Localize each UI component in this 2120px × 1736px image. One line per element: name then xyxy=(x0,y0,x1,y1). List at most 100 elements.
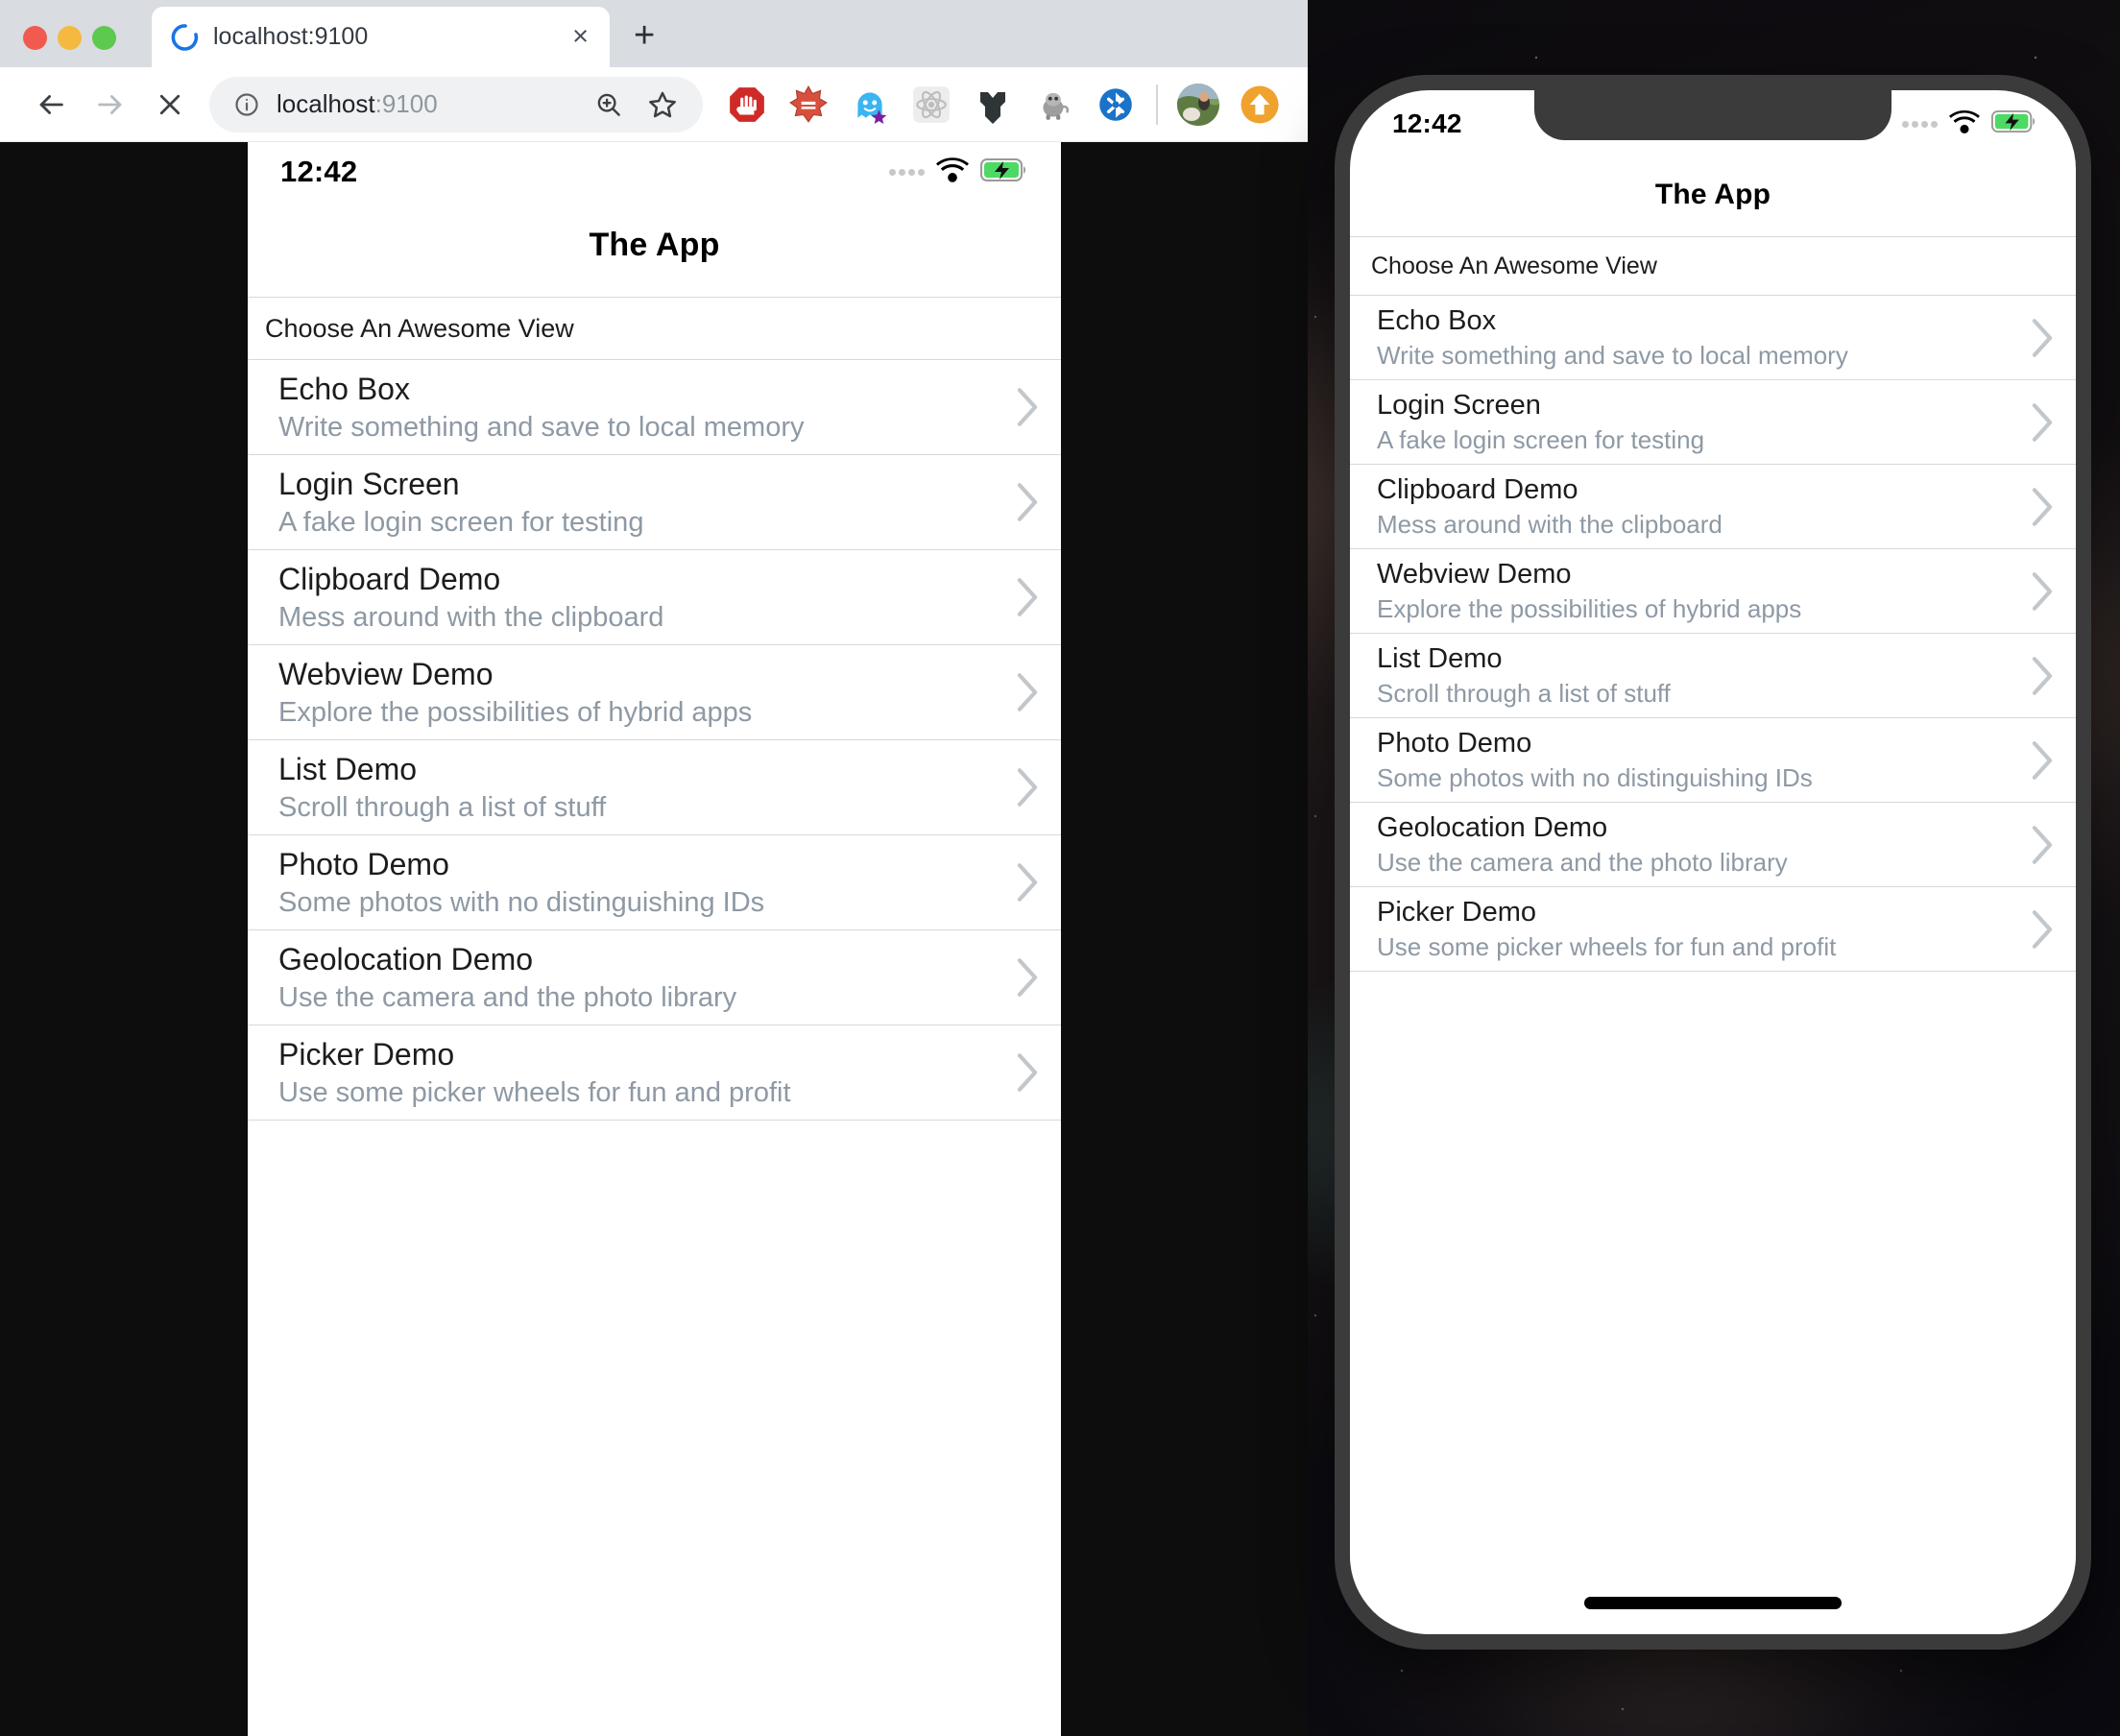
list-item[interactable]: Echo Box Write something and save to loca… xyxy=(248,360,1061,455)
status-indicators xyxy=(889,157,1028,187)
url-text: localhost:9100 xyxy=(277,89,438,118)
stop-loading-button[interactable] xyxy=(140,75,200,134)
list-item-texts: Webview Demo Explore the possibilities of… xyxy=(278,657,1015,729)
back-button[interactable] xyxy=(21,75,81,134)
list-item[interactable]: List Demo Scroll through a list of stuff xyxy=(248,740,1061,835)
chevron-right-icon xyxy=(1015,482,1040,522)
list-item-title: Echo Box xyxy=(278,371,410,406)
list-item-title: Webview Demo xyxy=(278,656,494,691)
chevron-right-icon xyxy=(2030,656,2055,696)
window-traffic-lights xyxy=(23,26,116,50)
clippy-extension-icon[interactable] xyxy=(778,74,839,135)
list-item-title: Photo Demo xyxy=(1377,727,1532,759)
app-container-ios: 12:42 The App Choose An Awesome View Ech… xyxy=(1350,90,2076,1634)
demo-list-web: Echo Box Write something and save to loca… xyxy=(248,360,1061,1121)
zoom-in-icon[interactable] xyxy=(582,90,636,119)
chevron-right-icon xyxy=(2030,487,2055,527)
list-item-subtitle: A fake login screen for testing xyxy=(278,506,644,538)
update-available-button[interactable] xyxy=(1229,74,1290,135)
list-item-texts: Picker Demo Use some picker wheels for fu… xyxy=(1377,897,2030,962)
list-item-title: Picker Demo xyxy=(278,1036,455,1072)
list-item-subtitle: Use the camera and the photo library xyxy=(278,981,737,1013)
list-item-title: List Demo xyxy=(278,751,418,786)
close-tab-button[interactable]: × xyxy=(566,23,594,51)
list-item[interactable]: Picker Demo Use some picker wheels for fu… xyxy=(248,1025,1061,1121)
list-item[interactable]: Geolocation Demo Use the camera and the p… xyxy=(248,930,1061,1025)
battery-charging-icon xyxy=(1991,109,2037,138)
bluetooth-sync-extension-icon[interactable] xyxy=(1085,74,1146,135)
list-item-subtitle: Write something and save to local memory xyxy=(278,411,805,443)
list-item[interactable]: Echo Box Write something and save to loca… xyxy=(1350,296,2076,380)
list-item-subtitle: Some photos with no distinguishing IDs xyxy=(278,886,765,918)
list-item[interactable]: Webview Demo Explore the possibilities of… xyxy=(1350,549,2076,634)
forward-button[interactable] xyxy=(81,75,140,134)
list-item-texts: List Demo Scroll through a list of stuff xyxy=(278,752,1015,824)
list-item-texts: Clipboard Demo Mess around with the clipb… xyxy=(1377,474,2030,540)
list-empty-space xyxy=(1350,972,2076,1634)
browser-toolbar: localhost:9100 xyxy=(0,67,1308,142)
list-item-title: Geolocation Demo xyxy=(278,941,534,976)
list-item-texts: Photo Demo Some photos with no distinguis… xyxy=(278,847,1015,919)
list-item-subtitle: Mess around with the clipboard xyxy=(278,601,664,633)
extensions-toolbar xyxy=(716,74,1290,135)
list-item-title: Login Screen xyxy=(278,466,460,501)
status-indicators xyxy=(1902,109,2037,138)
list-item[interactable]: Clipboard Demo Mess around with the clipb… xyxy=(1350,465,2076,549)
list-item[interactable]: Picker Demo Use some picker wheels for fu… xyxy=(1350,887,2076,972)
loading-spinner-icon xyxy=(171,23,200,52)
address-bar[interactable]: localhost:9100 xyxy=(209,76,703,133)
list-item-texts: Picker Demo Use some picker wheels for fu… xyxy=(278,1037,1015,1109)
list-item[interactable]: Webview Demo Explore the possibilities of… xyxy=(248,645,1061,740)
gnome-shell-extension-icon[interactable] xyxy=(1024,74,1085,135)
bookmark-star-icon[interactable] xyxy=(636,89,689,120)
list-item-texts: Login Screen A fake login screen for test… xyxy=(1377,390,2030,455)
list-item-texts: Geolocation Demo Use the camera and the p… xyxy=(1377,812,2030,878)
list-item-texts: Echo Box Write something and save to loca… xyxy=(278,372,1015,444)
section-header: Choose An Awesome View xyxy=(1350,236,2076,296)
notch xyxy=(1534,90,1891,140)
chevron-right-icon xyxy=(2030,571,2055,612)
chevron-right-icon xyxy=(2030,318,2055,358)
maximize-window-button[interactable] xyxy=(92,26,116,50)
list-item-subtitle: Explore the possibilities of hybrid apps xyxy=(278,696,753,728)
close-window-button[interactable] xyxy=(23,26,47,50)
browser-tab[interactable]: localhost:9100 × xyxy=(152,7,610,67)
list-item[interactable]: Geolocation Demo Use the camera and the p… xyxy=(1350,803,2076,887)
toolbar-divider xyxy=(1156,84,1158,125)
react-devtools-extension-icon[interactable] xyxy=(901,74,962,135)
list-item-subtitle: Use some picker wheels for fun and profi… xyxy=(1377,931,1837,961)
avatar[interactable] xyxy=(1168,74,1229,135)
list-item-texts: Echo Box Write something and save to loca… xyxy=(1377,305,2030,371)
desktop-background: localhost:9100 × + localhost:9100 12:42 … xyxy=(0,0,2120,1736)
list-item[interactable]: Photo Demo Some photos with no distinguis… xyxy=(1350,718,2076,803)
list-item-title: Webview Demo xyxy=(1377,558,1572,590)
new-tab-button[interactable]: + xyxy=(634,17,655,54)
section-header: Choose An Awesome View xyxy=(248,297,1061,360)
bitwarden-extension-icon[interactable] xyxy=(962,74,1024,135)
signal-dots-icon xyxy=(889,168,925,176)
list-item[interactable]: Photo Demo Some photos with no distinguis… xyxy=(248,835,1061,930)
list-item-subtitle: A fake login screen for testing xyxy=(1377,424,1705,454)
list-item[interactable]: Login Screen A fake login screen for test… xyxy=(248,455,1061,550)
list-item-subtitle: Scroll through a list of stuff xyxy=(278,791,607,823)
status-time: 12:42 xyxy=(280,155,358,188)
minimize-window-button[interactable] xyxy=(58,26,82,50)
demo-list-ios: Echo Box Write something and save to loca… xyxy=(1350,296,2076,972)
list-item-title: Clipboard Demo xyxy=(1377,473,1578,505)
signal-dots-icon xyxy=(1902,120,1938,128)
list-item[interactable]: Clipboard Demo Mess around with the clipb… xyxy=(248,550,1061,645)
battery-charging-icon xyxy=(980,157,1028,187)
list-item-subtitle: Mess around with the clipboard xyxy=(1377,509,1722,539)
page-viewport: 12:42 The App Choose An Awesome View Ech… xyxy=(0,142,1308,1736)
list-item[interactable]: List Demo Scroll through a list of stuff xyxy=(1350,634,2076,718)
list-item[interactable]: Login Screen A fake login screen for test… xyxy=(1350,380,2076,465)
site-info-icon[interactable] xyxy=(230,91,263,118)
ghostery-extension-icon[interactable] xyxy=(839,74,901,135)
home-indicator-bar[interactable] xyxy=(1584,1597,1842,1609)
ublock-origin-extension-icon[interactable] xyxy=(716,74,778,135)
list-item-subtitle: Scroll through a list of stuff xyxy=(1377,678,1671,708)
chevron-right-icon xyxy=(1015,1052,1040,1093)
list-item-subtitle: Write something and save to local memory xyxy=(1377,340,1848,370)
chevron-right-icon xyxy=(2030,402,2055,443)
iphone-device-mockup: 12:42 The App Choose An Awesome View Ech… xyxy=(1335,75,2091,1650)
